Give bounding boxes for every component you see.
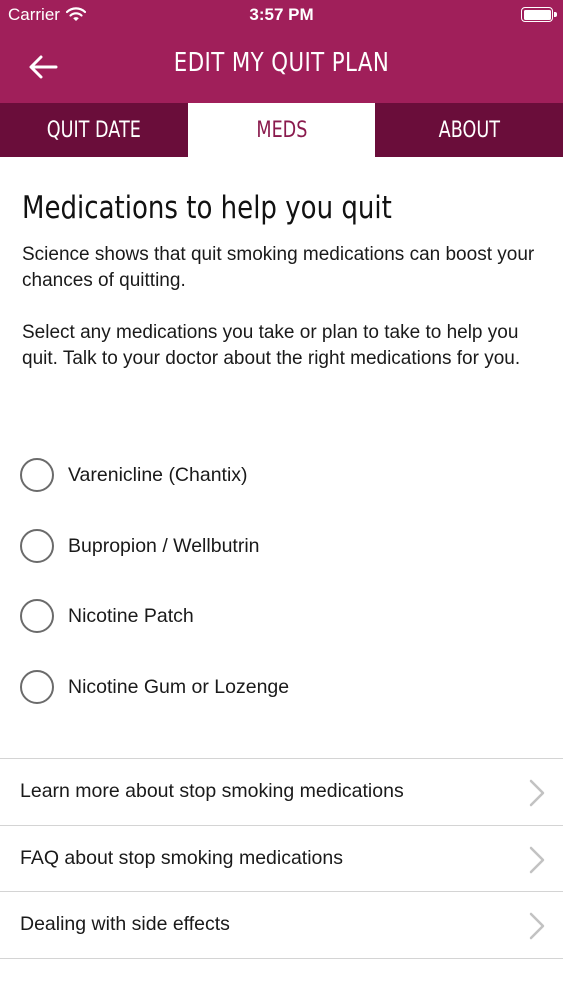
link-label: Learn more about stop smoking medication…	[20, 780, 404, 803]
medication-option-nicotine-patch[interactable]: Nicotine Patch	[20, 596, 520, 636]
tab-label: QUIT DATE	[46, 117, 141, 143]
radio-button[interactable]	[20, 599, 54, 633]
option-label: Nicotine Patch	[68, 604, 194, 627]
battery-nub	[554, 12, 557, 17]
radio-button[interactable]	[20, 670, 54, 704]
meds-intro: Medications to help you quit Science sho…	[22, 190, 542, 369]
tab-meds[interactable]: MEDS	[187, 103, 376, 157]
medication-option-nicotine-gum[interactable]: Nicotine Gum or Lozenge	[20, 667, 520, 707]
radio-button[interactable]	[20, 458, 54, 492]
tab-bar: QUIT DATE MEDS ABOUT	[0, 103, 563, 157]
status-bar: Carrier 3:57 PM	[0, 0, 563, 30]
chevron-right-icon	[529, 846, 545, 873]
option-label: Varenicline (Chantix)	[68, 463, 248, 486]
tab-about[interactable]: ABOUT	[375, 103, 563, 157]
chevron-right-icon	[529, 779, 545, 807]
radio-button[interactable]	[20, 529, 54, 563]
link-faq[interactable]: FAQ about stop smoking medications	[0, 826, 563, 892]
info-links: Learn more about stop smoking medication…	[0, 758, 563, 959]
instruction-paragraph: Select any medications you take or plan …	[22, 322, 521, 369]
option-label: Bupropion / Wellbutrin	[68, 534, 260, 557]
tab-quit-date[interactable]: QUIT DATE	[0, 103, 188, 157]
medication-option-bupropion[interactable]: Bupropion / Wellbutrin	[20, 526, 520, 566]
tab-label: ABOUT	[438, 117, 500, 143]
nav-bar: EDIT MY QUIT PLAN	[0, 30, 563, 103]
chevron-right-icon	[529, 912, 545, 940]
link-label: FAQ about stop smoking medications	[20, 846, 343, 869]
battery-level	[523, 9, 551, 20]
tab-label: MEDS	[255, 117, 308, 143]
link-side-effects[interactable]: Dealing with side effects	[0, 892, 563, 959]
section-heading: Medications to help you quit	[22, 190, 392, 226]
medication-option-varenicline[interactable]: Varenicline (Chantix)	[20, 455, 520, 495]
link-label: Dealing with side effects	[20, 913, 230, 936]
page-title: EDIT MY QUIT PLAN	[173, 48, 390, 78]
option-label: Nicotine Gum or Lozenge	[68, 675, 290, 698]
battery-icon	[521, 7, 557, 22]
intro-paragraph: Science shows that quit smoking medicati…	[22, 244, 535, 291]
status-time: 3:57 PM	[249, 5, 314, 24]
link-learn-more[interactable]: Learn more about stop smoking medication…	[0, 759, 563, 826]
